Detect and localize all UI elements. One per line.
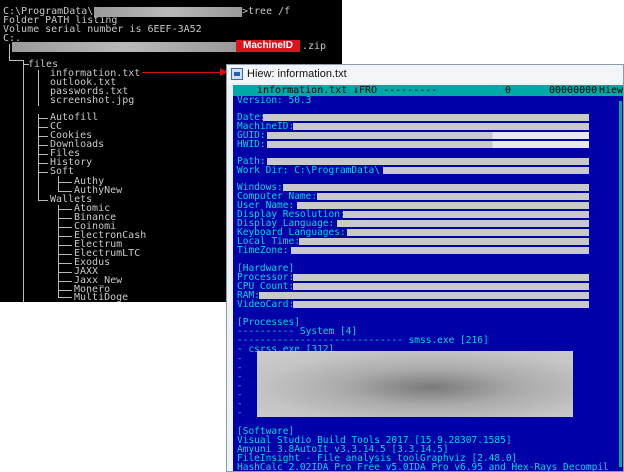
redacted-value [291, 247, 589, 254]
redacted-value [259, 292, 589, 299]
annotation-arrow [142, 72, 222, 73]
redacted-value [337, 220, 589, 227]
tree-line [58, 290, 72, 291]
window-title: Hiew: information.txt [247, 68, 347, 80]
tree-line [38, 154, 48, 155]
redacted-value [263, 114, 589, 121]
status-app-name: Hiew [599, 85, 623, 96]
volume-serial-line: Volume serial number is 6EEF-3A52 [3, 24, 202, 35]
tree-line [58, 254, 72, 255]
redacted-value [293, 274, 589, 281]
tree-line [58, 209, 72, 210]
status-offset: 00000000 [549, 85, 598, 96]
file-screenshot-jpg: screenshot.jpg [50, 95, 135, 106]
tree-line [38, 70, 39, 106]
redacted-value [383, 167, 589, 174]
version-line: Version: 50.3 [237, 95, 312, 106]
tree-line [9, 60, 23, 61]
tree-line [38, 163, 48, 164]
tree-line [58, 281, 72, 282]
tree-line [58, 263, 72, 264]
empty-line-marker: - [237, 408, 243, 418]
redacted-process-list [257, 351, 573, 417]
tree-line [38, 127, 48, 128]
wallet-multidoge: MultiDoge [74, 292, 129, 303]
zip-extension: .zip [302, 41, 327, 52]
hiew-window[interactable]: Hiew: information.txt information.txt ↓F… [226, 64, 624, 472]
hiew-text-view[interactable]: information.txt ↓FRO --------- 0 0000000… [233, 85, 623, 471]
redacted-value [293, 123, 589, 130]
status-mode: ↓FRO --------- [353, 85, 438, 96]
tree-line [58, 236, 72, 237]
vertical-scrollbar[interactable] [619, 101, 622, 467]
tree-line [23, 60, 24, 302]
tree-line [38, 200, 48, 201]
redacted-value [283, 184, 589, 191]
redacted-value [343, 211, 589, 218]
redacted-value [267, 132, 589, 139]
tree-line [58, 191, 72, 192]
hiew-titlebar[interactable]: Hiew: information.txt [227, 65, 623, 83]
dir-soft: Soft [50, 166, 75, 177]
machineid-annotation: MachineID [236, 40, 300, 52]
tree-line [58, 227, 72, 228]
redacted-value [293, 283, 589, 290]
tree-line [9, 44, 10, 52]
hwid-label: HWID: [237, 139, 266, 150]
tree-line [58, 297, 72, 298]
redacted-value [267, 141, 589, 148]
workdir-label: Work Dir: C:\ProgramData\ [237, 165, 380, 176]
tree-line [38, 172, 48, 173]
tree-line [58, 218, 72, 219]
hiew-app-icon [231, 68, 243, 80]
redacted-value [293, 301, 589, 308]
tree-line [9, 52, 10, 60]
timezone-label: TimeZone: [237, 245, 289, 256]
tree-line [38, 136, 48, 137]
redacted-value [299, 238, 589, 245]
command-text: >tree /f [242, 6, 291, 17]
redacted-value [347, 229, 589, 236]
tree-line [58, 182, 72, 183]
tree-line [58, 245, 72, 246]
software-line: HashCalc 2.02IDA Pro Free v5.0IDA Pro v6… [237, 462, 609, 471]
redacted-value [267, 158, 589, 165]
tree-line [58, 176, 59, 192]
tree-line [38, 118, 48, 119]
redacted-value [297, 202, 589, 209]
tree-line [58, 272, 72, 273]
redacted-zip-name [12, 42, 236, 52]
videocard-label: VideoCard: [237, 299, 295, 310]
redacted-value [317, 193, 589, 200]
tree-line [38, 145, 48, 146]
status-zero: 0 [505, 85, 512, 96]
